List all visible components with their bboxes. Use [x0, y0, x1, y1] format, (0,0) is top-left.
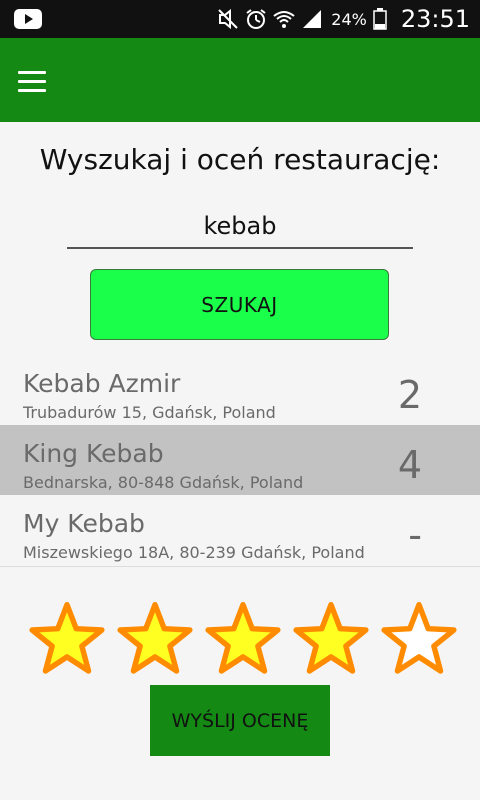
star-icon-2[interactable]	[116, 600, 194, 678]
app-bar	[0, 38, 480, 122]
silent-icon	[218, 8, 238, 30]
result-address: Miszewskiego 18A, 80-239 Gdańsk, Poland	[23, 543, 365, 562]
star-icon-3[interactable]	[204, 600, 282, 678]
alarm-icon	[246, 9, 266, 29]
result-name: Kebab Azmir	[23, 369, 181, 398]
youtube-icon	[14, 9, 42, 29]
result-address: Trubadurów 15, Gdańsk, Poland	[23, 403, 276, 422]
results-list: Kebab Azmir Trubadurów 15, Gdańsk, Polan…	[0, 355, 480, 567]
signal-icon	[303, 10, 322, 28]
result-score: 4	[397, 443, 422, 487]
status-bar: 24% 23:51	[0, 0, 480, 38]
star-rating	[28, 600, 458, 678]
result-row-king-kebab[interactable]: King Kebab Bednarska, 80-848 Gdańsk, Pol…	[0, 425, 480, 495]
result-row-my-kebab[interactable]: My Kebab Miszewskiego 18A, 80-239 Gdańsk…	[0, 495, 480, 565]
search-button[interactable]: SZUKAJ	[90, 269, 389, 340]
star-icon-5[interactable]	[380, 600, 458, 678]
result-name: My Kebab	[23, 509, 145, 538]
result-score: -	[408, 513, 422, 557]
star-icon-4[interactable]	[292, 600, 370, 678]
wifi-icon	[273, 11, 295, 28]
send-rating-button[interactable]: WYŚLIJ OCENĘ	[150, 685, 330, 756]
page-title: Wyszukaj i oceń restaurację:	[39, 143, 441, 176]
result-score: 2	[397, 373, 422, 417]
star-icon-1[interactable]	[28, 600, 106, 678]
result-name: King Kebab	[23, 439, 164, 468]
result-row-kebab-azmir[interactable]: Kebab Azmir Trubadurów 15, Gdańsk, Polan…	[0, 355, 480, 425]
result-address: Bednarska, 80-848 Gdańsk, Poland	[23, 473, 304, 492]
search-input[interactable]	[67, 205, 413, 249]
battery-icon	[373, 8, 387, 30]
battery-percent: 24%	[331, 9, 367, 29]
hamburger-menu-icon[interactable]	[18, 64, 58, 98]
status-clock: 23:51	[400, 5, 470, 33]
